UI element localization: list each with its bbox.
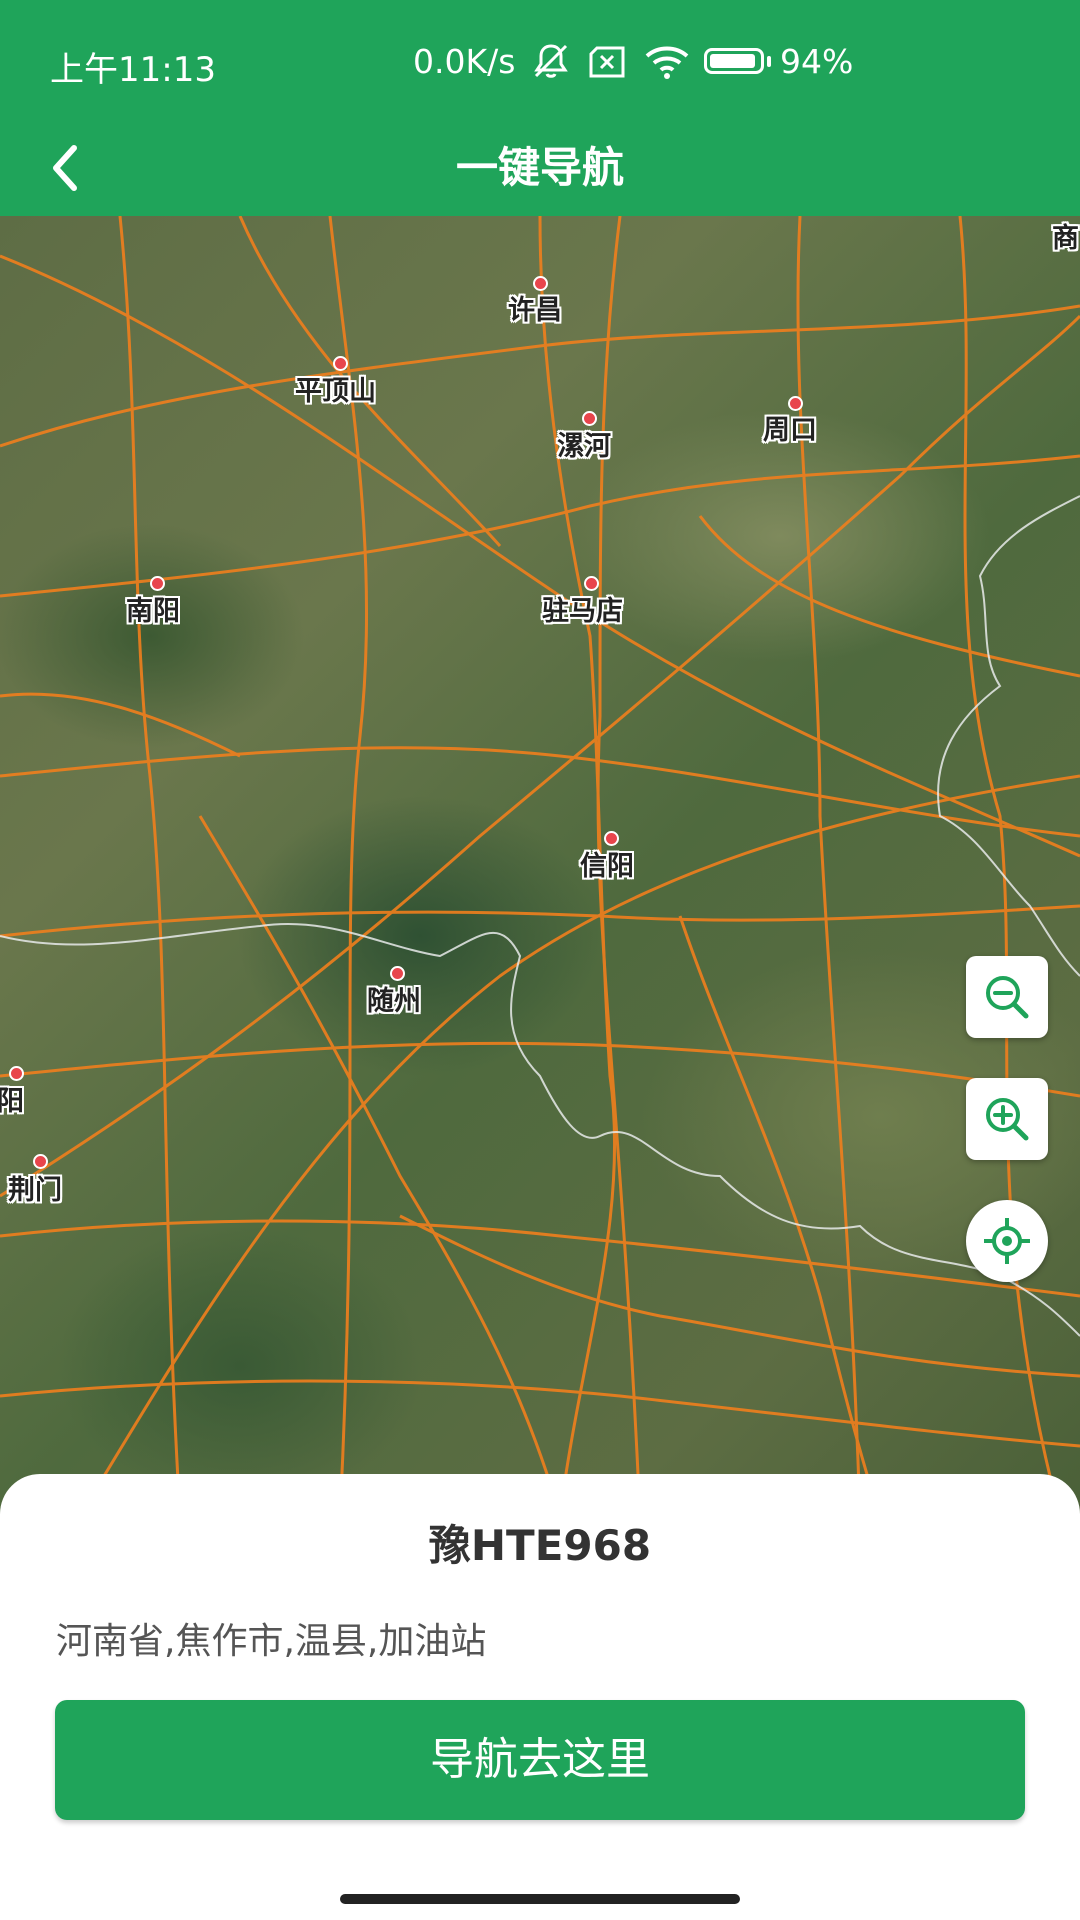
bottom-sheet: 豫HTE968 河南省,焦作市,温县,加油站 导航去这里: [0, 1474, 1080, 1920]
zoom-in-icon: [986, 1098, 1029, 1141]
city-label-xinyang: 信阳: [580, 851, 634, 882]
city-label-xuchang: 许昌: [508, 295, 562, 326]
battery-icon: [704, 48, 764, 74]
city-label-jingmen: 荆门: [8, 1175, 62, 1206]
locate-button[interactable]: [966, 1200, 1048, 1282]
city-label-luohe: 漯河: [557, 431, 611, 462]
status-time: 上午11:13: [50, 50, 216, 90]
battery-percent: 94%: [780, 42, 854, 81]
city-label-suizhou: 随州: [367, 986, 421, 1017]
satellite-map[interactable]: 许昌 平顶山 漯河 周口 南阳 驻马店 信阳 襄阳 随州 荆门 商: [0, 216, 1080, 1516]
zoom-in-button[interactable]: [966, 1078, 1048, 1160]
city-label-zhoukou: 周口: [763, 415, 817, 446]
sim-off-icon: [589, 46, 625, 78]
app-bar: 一键导航: [0, 120, 1080, 216]
zoom-out-icon: [986, 976, 1029, 1019]
city-label-pingdingshan: 平顶山: [295, 376, 376, 407]
status-network-speed: 0.0K/s: [413, 42, 516, 81]
zoom-out-button[interactable]: [966, 956, 1048, 1038]
locate-icon: [984, 1218, 1030, 1264]
address-text: 河南省,焦作市,温县,加油站: [56, 1621, 487, 1662]
home-indicator[interactable]: [340, 1894, 740, 1904]
battery-fill: [710, 54, 755, 68]
navigate-button[interactable]: 导航去这里: [55, 1700, 1025, 1820]
battery-tip: [767, 56, 771, 67]
city-label-shang: 商: [1052, 223, 1079, 254]
city-label-nanyang: 南阳: [126, 596, 180, 627]
city-label-xiangyang: 襄阳: [0, 1086, 24, 1117]
status-bar: 上午11:13 0.0K/s 94%: [0, 0, 1080, 120]
wifi-icon: [645, 46, 689, 79]
city-marker: [33, 1154, 48, 1169]
city-label-zhumadian: 驻马店: [542, 596, 623, 627]
mute-icon: [534, 44, 568, 78]
plate-number: 豫HTE968: [428, 1521, 652, 1570]
page-title: 一键导航: [455, 143, 624, 192]
road-network: [0, 216, 1080, 1516]
